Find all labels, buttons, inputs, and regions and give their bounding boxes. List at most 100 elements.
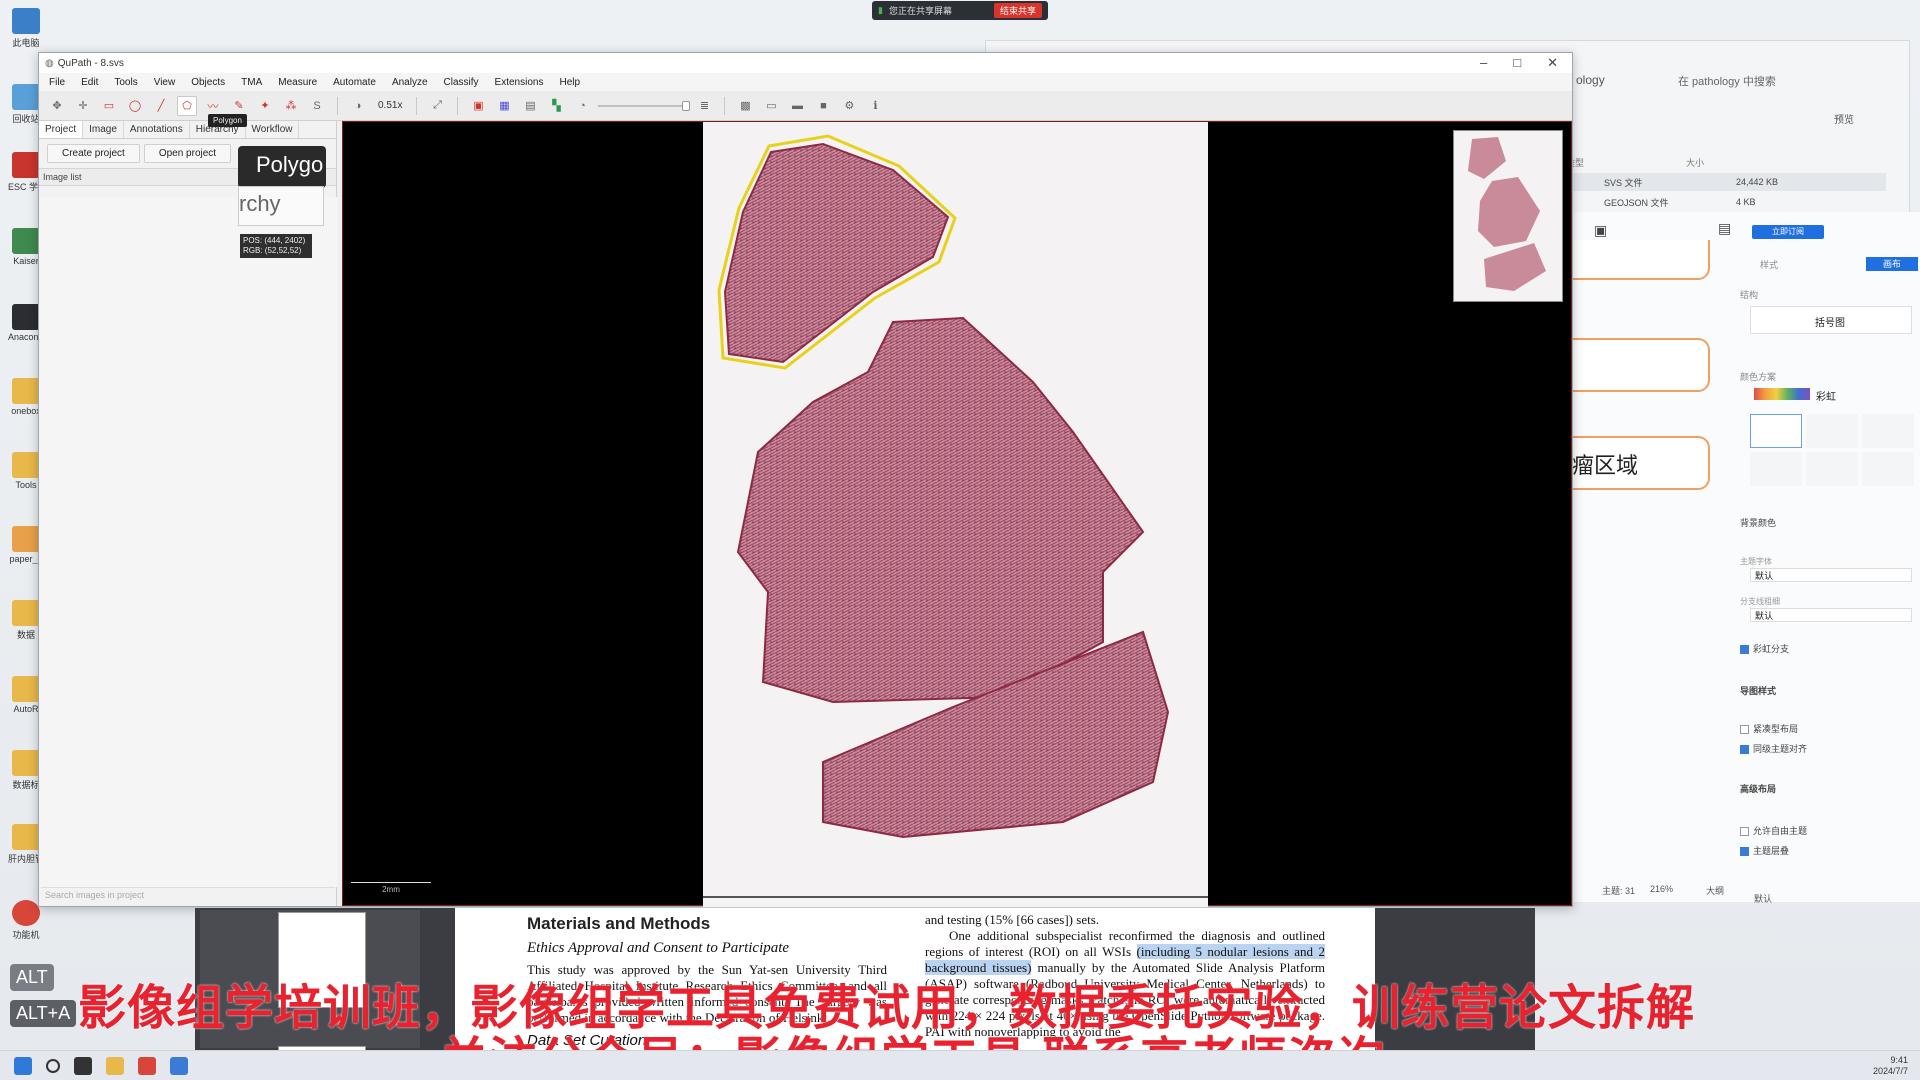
image-list[interactable] (39, 197, 337, 887)
checkbox-icon (1740, 725, 1749, 735)
stop-share-button[interactable]: 结束共享 (993, 3, 1042, 18)
close-icon[interactable]: ✕ (1547, 55, 1558, 71)
move-tool-icon[interactable]: ✥ (47, 96, 67, 116)
layout-option[interactable] (1750, 414, 1802, 448)
desktop-icon-this-pc[interactable]: 此电脑 (8, 8, 44, 49)
show-annotations-icon[interactable]: ▣ (468, 96, 488, 116)
layout-option[interactable] (1862, 452, 1914, 486)
selection-mode-icon[interactable]: S (307, 96, 327, 116)
tab-canvas[interactable]: 画布 (1866, 257, 1918, 271)
log-icon[interactable]: ≣ (694, 96, 714, 116)
show-detections-icon[interactable]: ▤ (520, 96, 540, 116)
advanced-heading: 高级布局 (1740, 784, 1777, 794)
tab-image[interactable]: Image (83, 121, 124, 138)
tab-style[interactable]: 样式 (1760, 258, 1778, 271)
mindmap-node-label: 瘤区域 (1572, 453, 1639, 478)
menu-help[interactable]: Help (559, 77, 580, 88)
brightness-contrast-icon[interactable]: ◑ (348, 96, 368, 116)
search-images-input[interactable]: Search images in project (41, 887, 335, 903)
location-icon[interactable]: ▭ (761, 96, 781, 116)
layout-option[interactable] (1806, 414, 1858, 448)
menu-extensions[interactable]: Extensions (495, 77, 544, 88)
menu-edit[interactable]: Edit (81, 77, 98, 88)
checkbox-icon (1740, 847, 1749, 857)
line-tool-icon[interactable]: ╱ (151, 96, 171, 116)
menu-analyze[interactable]: Analyze (392, 77, 428, 88)
font-select[interactable]: 默认 (1750, 568, 1912, 582)
wand-tool-icon[interactable]: ✦ (255, 96, 275, 116)
rectangle-tool-icon[interactable]: ▭ (99, 96, 119, 116)
maximize-icon[interactable]: □ (1513, 55, 1521, 71)
mindmap-node[interactable] (1572, 338, 1710, 392)
mindmap-node[interactable] (1572, 240, 1710, 280)
polyline-tool-icon[interactable]: 〰 (203, 96, 223, 116)
rainbow-branch-checkbox[interactable]: 彩虹分支 (1740, 642, 1915, 655)
zoom-fit-icon[interactable]: ⤢ (427, 96, 447, 116)
bg-preview-button[interactable]: 预览 (1834, 111, 1854, 126)
app-icon[interactable] (138, 1056, 156, 1075)
menu-objects[interactable]: Objects (191, 77, 225, 88)
menu-tma[interactable]: TMA (241, 77, 262, 88)
task-view-icon[interactable] (74, 1056, 92, 1075)
free-topic-checkbox[interactable]: 允许自由主题 (1740, 824, 1915, 837)
overview-thumbnail[interactable] (1453, 130, 1563, 302)
tab-annotations[interactable]: Annotations (124, 121, 190, 138)
menu-measure[interactable]: Measure (278, 77, 317, 88)
app-icon[interactable] (170, 1056, 188, 1075)
structure-select[interactable]: 括号图 (1750, 306, 1912, 334)
checkbox-label: 紧凑型布局 (1753, 724, 1799, 734)
slide-viewer[interactable]: 2mm (342, 121, 1572, 907)
show-tma-grid-icon[interactable]: ▦ (494, 96, 514, 116)
outline-button[interactable]: 大纲 (1706, 884, 1724, 897)
overview-toggle-icon[interactable]: ▩ (735, 96, 755, 116)
search-icon[interactable] (46, 1058, 60, 1073)
layout-option[interactable] (1750, 452, 1802, 486)
slider-knob[interactable] (682, 100, 691, 111)
menu-automate[interactable]: Automate (333, 77, 376, 88)
brush-tool-icon[interactable]: ✎ (229, 96, 249, 116)
mindmap-node-tumor[interactable]: 瘤区域 (1572, 436, 1710, 490)
system-tray[interactable]: 9:41 2024/7/7 (1873, 1055, 1908, 1077)
compact-checkbox[interactable]: 紧凑型布局 (1740, 722, 1915, 735)
settings-icon[interactable]: ⚙ (839, 96, 859, 116)
menu-file[interactable]: File (49, 77, 65, 88)
panel-icon[interactable]: ▤ (1718, 220, 1731, 237)
grid-icon[interactable]: ■ (813, 96, 833, 116)
help-icon[interactable]: ℹ (865, 96, 885, 116)
line-select[interactable]: 默认 (1750, 608, 1912, 622)
menu-classify[interactable]: Classify (444, 77, 479, 88)
bg-search-input[interactable]: 在 pathology 中搜索 (1678, 73, 1776, 89)
opacity-slider[interactable] (598, 100, 691, 111)
zoom-level[interactable]: 216% (1650, 884, 1673, 894)
crosshair-icon[interactable]: ✛ (73, 96, 93, 116)
qupath-logo-icon: ◍ (45, 57, 54, 69)
tab-workflow[interactable]: Workflow (246, 121, 300, 138)
film-icon[interactable]: ▣ (1594, 222, 1607, 239)
tab-project[interactable]: Project (39, 121, 84, 138)
scalebar-icon[interactable]: ▬ (787, 96, 807, 116)
overlap-checkbox[interactable]: 主题层叠 (1740, 844, 1915, 857)
ellipse-tool-icon[interactable]: ◯ (125, 96, 145, 116)
bg-file-row[interactable]: GEOJSON 文件 4 KB (1566, 193, 1886, 211)
folder-icon (12, 600, 40, 626)
open-project-button[interactable]: Open project (143, 144, 232, 163)
minimize-icon[interactable]: – (1480, 55, 1487, 71)
show-connections-icon[interactable]: ◔ (572, 96, 592, 116)
slide-image[interactable] (703, 122, 1208, 907)
create-project-button[interactable]: Create project (47, 144, 140, 163)
overview-svg (1468, 137, 1546, 291)
menu-tools[interactable]: Tools (114, 77, 137, 88)
points-tool-icon[interactable]: ⁂ (281, 96, 301, 116)
bg-file-row[interactable]: SVS 文件 24,442 KB (1566, 173, 1886, 191)
file-explorer-icon[interactable] (106, 1056, 124, 1075)
layout-option[interactable] (1806, 452, 1858, 486)
fill-detections-icon[interactable]: ▚ (546, 96, 566, 116)
windows-start-icon[interactable] (14, 1056, 32, 1075)
subscribe-button[interactable]: 立即订阅 (1752, 225, 1824, 239)
layout-option[interactable] (1862, 414, 1914, 448)
menu-view[interactable]: View (154, 77, 176, 88)
bg-header-row: 类型 大小 (1566, 153, 1886, 171)
align-checkbox[interactable]: 同级主题对齐 (1740, 742, 1915, 755)
color-select[interactable]: 彩虹 (1816, 388, 1836, 403)
polygon-tool-icon[interactable]: ⬠ (177, 95, 197, 116)
